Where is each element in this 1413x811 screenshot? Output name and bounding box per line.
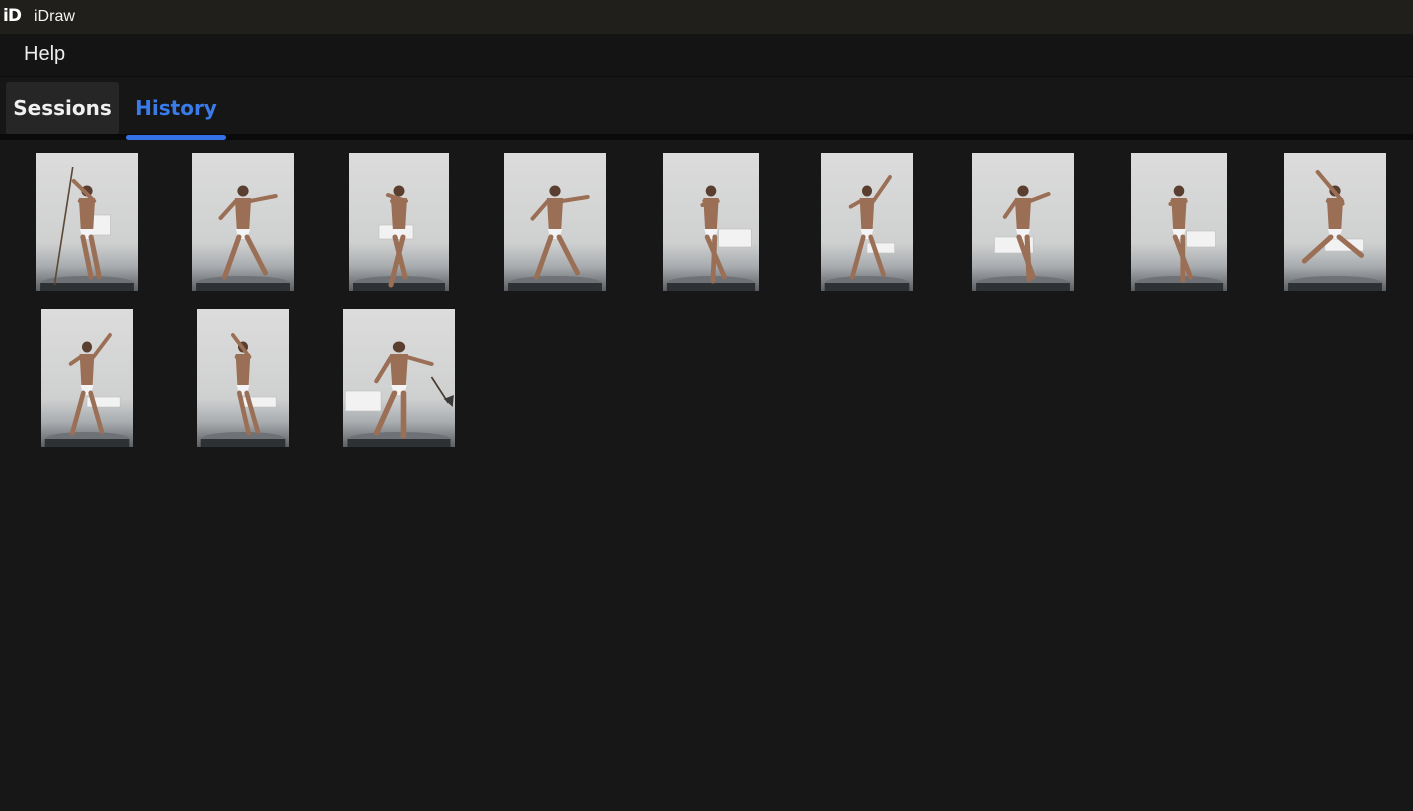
model-arm-left: [1002, 199, 1018, 219]
model-arm-right: [248, 194, 278, 203]
thumbnail-photo: [353, 185, 445, 291]
model-arm-right: [404, 355, 434, 366]
model-leg-left: [534, 234, 554, 280]
app-title: iDraw: [34, 8, 75, 25]
model-head: [81, 341, 93, 353]
model-arm-right: [91, 333, 112, 359]
history-thumbnail-8[interactable]: [1131, 153, 1227, 291]
model-leg-left: [849, 234, 866, 280]
box: [344, 390, 382, 412]
menu-help[interactable]: Help: [24, 43, 65, 66]
model-head: [392, 341, 406, 353]
thumbnail-photo: [1134, 185, 1224, 291]
menu-bar: Help: [0, 34, 1413, 77]
thumbnail-photo: [200, 333, 286, 447]
history-thumbnail-7[interactable]: [972, 153, 1074, 291]
history-thumbnail-1[interactable]: [36, 153, 138, 291]
turntable-base: [200, 439, 286, 447]
model-leg-right: [710, 234, 718, 284]
tab-history[interactable]: History: [126, 82, 226, 135]
model-arm-right: [1028, 192, 1051, 203]
active-tab-indicator: [126, 135, 226, 140]
model-torso: [546, 198, 564, 231]
history-thumbnail-5[interactable]: [663, 153, 759, 291]
history-thumbnail-9[interactable]: [1284, 153, 1386, 291]
turntable-base: [508, 283, 602, 291]
turntable-base: [976, 283, 1070, 291]
box: [1186, 230, 1216, 248]
history-thumbnail-11[interactable]: [197, 309, 289, 447]
model-arm-left: [530, 199, 550, 221]
model-head: [393, 185, 405, 197]
turntable-base: [1134, 283, 1224, 291]
thumbnail-photo: [344, 341, 454, 447]
history-thumbnail-6[interactable]: [821, 153, 913, 291]
model-torso: [859, 198, 875, 231]
staff: [53, 166, 74, 286]
model-arm-left: [374, 355, 394, 384]
model-arm-right: [1315, 170, 1345, 203]
history-thumbnail-2[interactable]: [192, 153, 294, 291]
turntable-base: [1288, 283, 1382, 291]
turntable-base: [347, 439, 451, 447]
model-arm-left: [218, 199, 238, 220]
model-leg-right: [244, 234, 268, 276]
model-arm-left: [68, 355, 83, 366]
model-arm-right: [871, 175, 892, 203]
thumbnail-photo: [824, 175, 910, 291]
tab-bar: Sessions History: [0, 77, 1413, 136]
history-thumbnail-10[interactable]: [41, 309, 133, 447]
model-leg-left: [69, 390, 86, 436]
model-head: [705, 185, 717, 197]
turntable-base: [353, 283, 445, 291]
model-head: [1173, 185, 1185, 197]
turntable-base: [44, 439, 130, 447]
box: [718, 228, 752, 248]
model-torso: [390, 354, 408, 387]
thumbnail-photo: [44, 333, 130, 447]
history-thumbnail-4[interactable]: [504, 153, 606, 291]
model-leg-left: [222, 234, 242, 280]
thumbnail-photo: [40, 166, 134, 291]
thumbnail-photo: [976, 185, 1070, 291]
history-thumbnail-12[interactable]: [343, 309, 455, 447]
thumbnail-photo: [508, 185, 602, 291]
model-leg-right: [1024, 234, 1032, 282]
thumbnail-photo: [196, 185, 290, 291]
model-head: [237, 185, 249, 197]
model-head: [861, 185, 873, 197]
history-thumbnail-3[interactable]: [349, 153, 449, 291]
turntable-base: [196, 283, 290, 291]
turntable-base: [824, 283, 910, 291]
turntable-base: [666, 283, 756, 291]
model-leg-right: [556, 234, 580, 276]
axe-head: [443, 395, 454, 407]
thumbnail-photo: [1288, 170, 1382, 291]
model-arm-right: [560, 195, 590, 203]
model-head: [549, 185, 561, 197]
model-torso: [1014, 198, 1032, 231]
tab-sessions[interactable]: Sessions: [6, 82, 119, 135]
model-torso: [234, 198, 252, 231]
app-logo-icon: iD: [3, 6, 22, 26]
model-leg-right: [868, 234, 886, 278]
model-head: [1017, 185, 1029, 197]
thumbnail-photo: [666, 185, 756, 291]
title-bar: iD iDraw: [0, 0, 1413, 34]
model-torso: [79, 354, 95, 387]
model-arm-left: [848, 199, 863, 209]
